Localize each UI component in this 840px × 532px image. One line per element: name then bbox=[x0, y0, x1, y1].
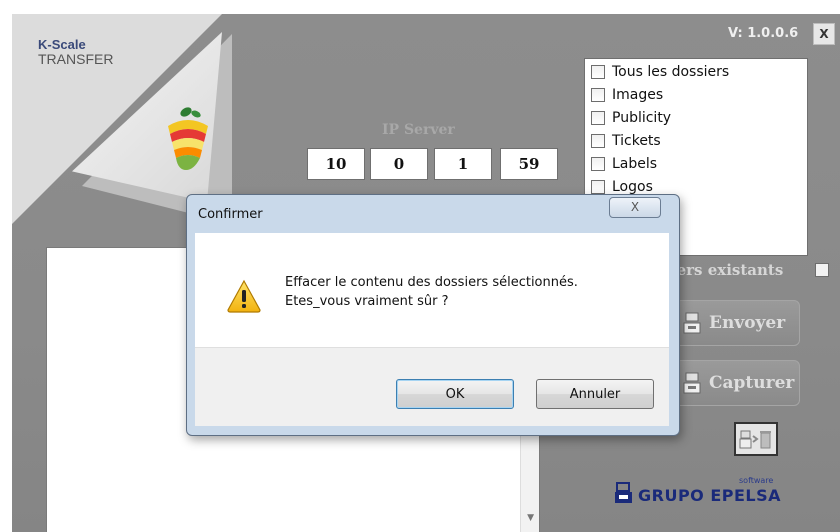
checkbox[interactable] bbox=[591, 134, 605, 148]
company-name: GRUPO EPELSA bbox=[638, 486, 782, 505]
folder-item-tickets[interactable]: Tickets bbox=[591, 130, 661, 152]
dialog-body: Effacer le contenu des dossiers sélectio… bbox=[195, 233, 669, 347]
dialog-close-button[interactable]: X bbox=[609, 197, 661, 218]
brand-line1: K-Scale bbox=[38, 37, 86, 52]
folder-label: Publicity bbox=[612, 110, 672, 126]
capture-button[interactable]: Capturer bbox=[674, 360, 800, 406]
ip-server-title: IP Server bbox=[382, 122, 455, 138]
dialog-footer: OK Annuler bbox=[195, 347, 669, 426]
version-label: V: 1.0.0.6 bbox=[728, 26, 799, 41]
scroll-down-icon[interactable]: ▼ bbox=[527, 513, 534, 523]
app-close-button[interactable]: X bbox=[813, 23, 835, 45]
scale-icon bbox=[683, 372, 701, 394]
confirm-dialog: Confirmer X Effacer le contenu des dossi… bbox=[186, 194, 680, 436]
send-label: Envoyer bbox=[709, 313, 786, 333]
folder-item-publicity[interactable]: Publicity bbox=[591, 107, 671, 129]
ip-octet-1[interactable]: 10 bbox=[307, 148, 365, 180]
existing-files-checkbox[interactable] bbox=[815, 263, 829, 277]
folder-item-images[interactable]: Images bbox=[591, 84, 663, 106]
dialog-message-line2: Etes_vous vraiment sûr ? bbox=[285, 294, 449, 309]
folder-label: Images bbox=[612, 87, 664, 103]
brand-line2: TRANSFER bbox=[38, 50, 114, 67]
app-brand: K-Scale TRANSFER bbox=[38, 38, 113, 66]
scale-to-trash-icon bbox=[739, 430, 771, 449]
checkbox[interactable] bbox=[591, 157, 605, 171]
ok-button[interactable]: OK bbox=[396, 379, 514, 409]
dialog-title: Confirmer bbox=[198, 207, 263, 222]
company-software-tag: software bbox=[739, 476, 774, 485]
ip-octet-3[interactable]: 1 bbox=[434, 148, 492, 180]
dialog-message-line1: Effacer le contenu des dossiers sélectio… bbox=[285, 275, 578, 290]
cancel-button[interactable]: Annuler bbox=[536, 379, 654, 409]
folder-item-labels[interactable]: Labels bbox=[591, 153, 657, 175]
capture-label: Capturer bbox=[709, 373, 795, 393]
clear-scale-button[interactable] bbox=[734, 422, 778, 456]
scale-icon bbox=[683, 312, 701, 334]
dialog-message: Effacer le contenu des dossiers sélectio… bbox=[285, 273, 578, 311]
checkbox[interactable] bbox=[591, 180, 605, 194]
folder-item-all[interactable]: Tous les dossiers bbox=[591, 61, 729, 83]
checkbox[interactable] bbox=[591, 65, 605, 79]
folder-label: Tous les dossiers bbox=[612, 64, 730, 80]
folder-label: Labels bbox=[612, 156, 658, 172]
send-button[interactable]: Envoyer bbox=[674, 300, 800, 346]
ip-octet-2[interactable]: 0 bbox=[370, 148, 428, 180]
epelsa-logo: software GRUPO EPELSA bbox=[614, 476, 794, 508]
dialog-titlebar[interactable]: Confirmer X bbox=[187, 195, 679, 233]
warning-icon bbox=[227, 279, 261, 313]
scale-logo-icon bbox=[615, 482, 632, 503]
checkbox[interactable] bbox=[591, 88, 605, 102]
folder-label: Logos bbox=[612, 179, 653, 195]
ip-octet-4[interactable]: 59 bbox=[500, 148, 558, 180]
folder-label: Tickets bbox=[612, 133, 661, 149]
fruit-logo bbox=[168, 107, 208, 170]
checkbox[interactable] bbox=[591, 111, 605, 125]
